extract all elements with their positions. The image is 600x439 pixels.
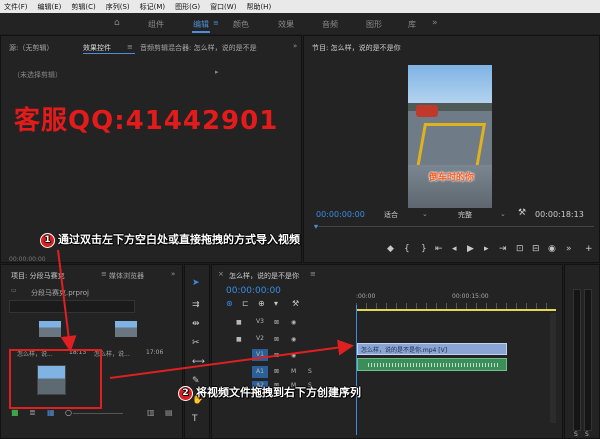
annotation-1: 1 通过双击左下方空白处或直接拖拽的方式导入视频 <box>40 231 300 248</box>
annotation-arrows <box>9 249 354 409</box>
annotation-2-text: 将视频文件拖拽到右下方创建序列 <box>196 386 361 399</box>
arrow-1 <box>57 249 77 352</box>
highlight-box <box>9 349 102 409</box>
arrow-2 <box>109 339 354 379</box>
annotation-2: 2 将视频文件拖拽到右下方创建序列 <box>178 384 361 401</box>
annotation-2-number: 2 <box>178 385 193 401</box>
annotation-1-text: 通过双击左下方空白处或直接拖拽的方式导入视频 <box>58 233 300 246</box>
annotation-1-number: 1 <box>40 232 55 248</box>
